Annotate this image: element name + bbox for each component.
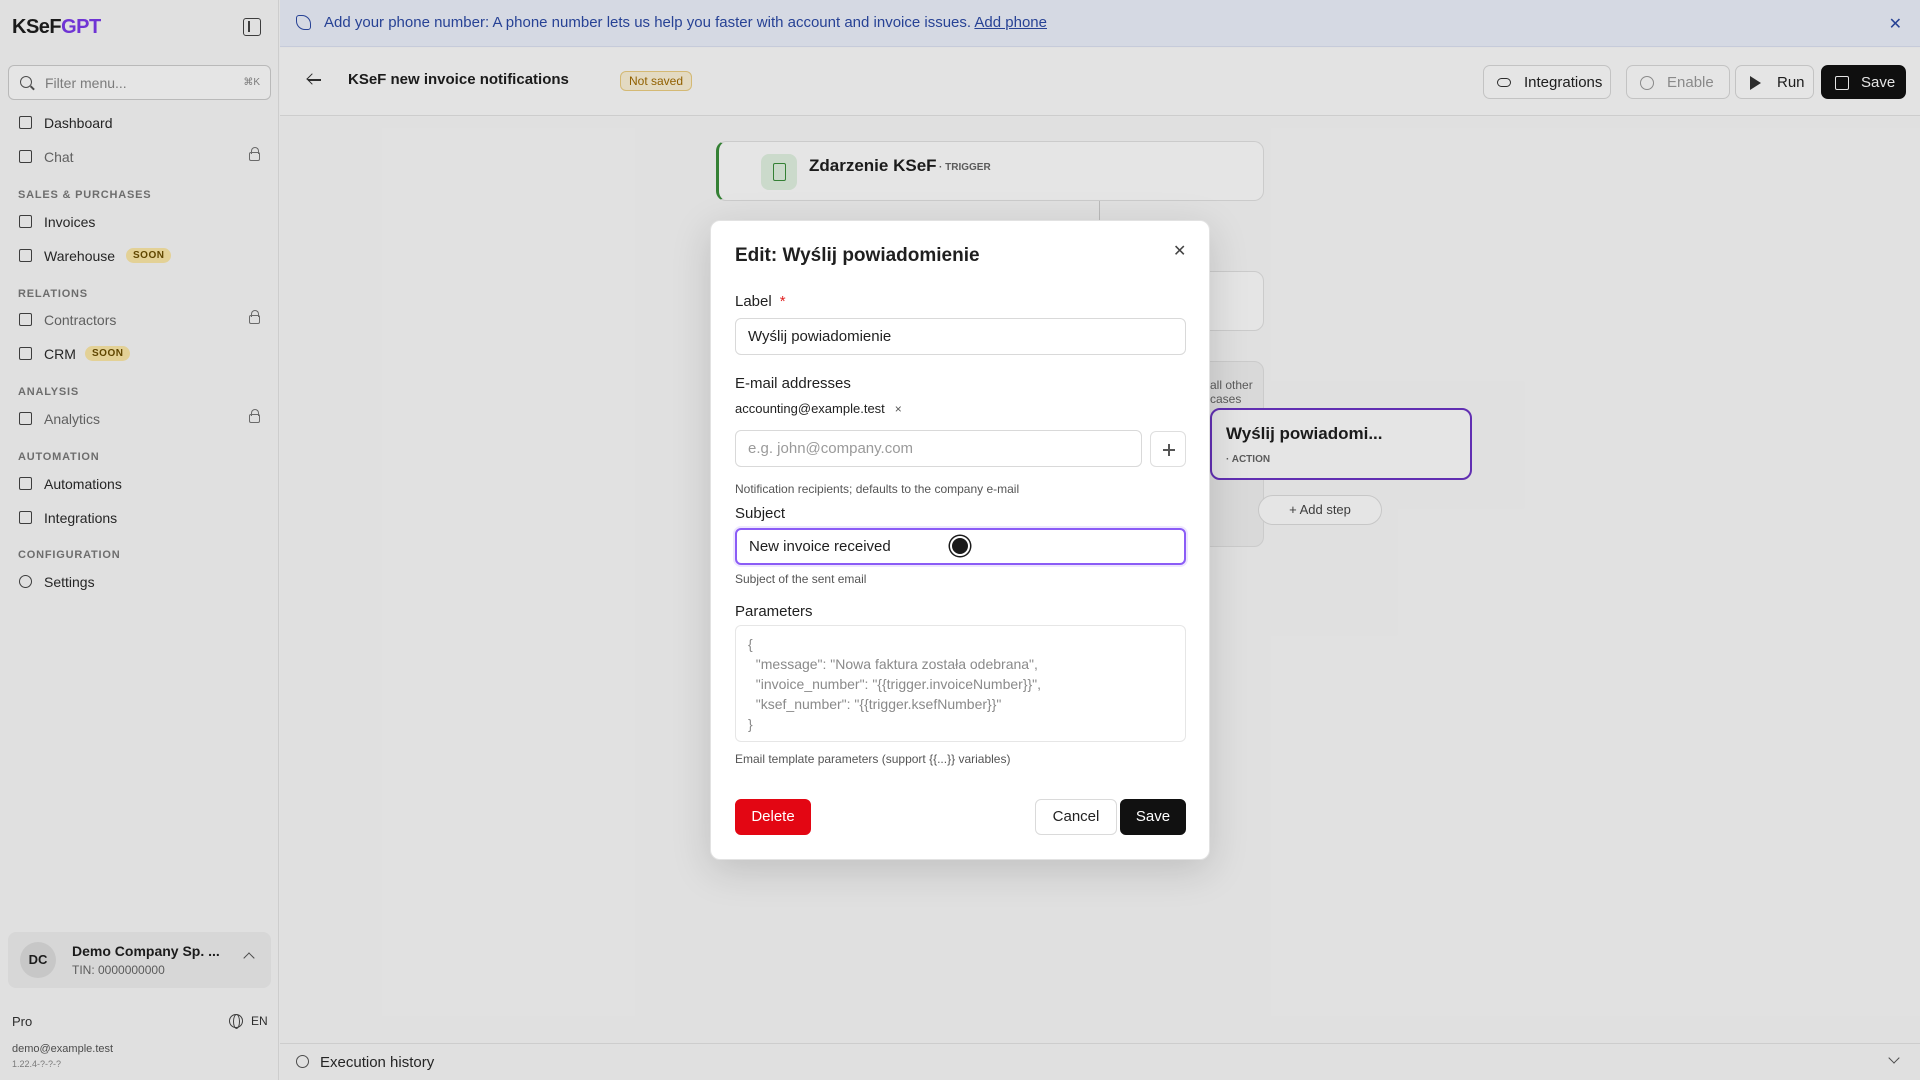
remove-email-icon[interactable]: ×: [895, 402, 902, 416]
parameters-field-label: Parameters: [735, 603, 813, 620]
mouse-cursor-indicator: [950, 536, 970, 556]
cancel-button[interactable]: Cancel: [1035, 799, 1117, 835]
save-button[interactable]: Save: [1120, 799, 1186, 835]
label-field-label: Label *: [735, 293, 786, 310]
email-hint: Notification recipients; defaults to the…: [735, 482, 1020, 496]
email-chip: accounting@example.test ×: [735, 401, 902, 416]
close-icon[interactable]: ✕: [1173, 241, 1186, 261]
dialog-title: Edit: Wyślij powiadomienie: [735, 245, 980, 266]
subject-hint: Subject of the sent email: [735, 572, 867, 586]
delete-button[interactable]: Delete: [735, 799, 811, 835]
label-input[interactable]: [735, 318, 1186, 355]
add-email-button[interactable]: [1150, 431, 1186, 467]
emails-field-label: E-mail addresses: [735, 375, 851, 392]
parameters-textarea[interactable]: { "message": "Nowa faktura została odebr…: [735, 625, 1186, 742]
edit-step-dialog: Edit: Wyślij powiadomienie ✕ Label* E-ma…: [710, 220, 1210, 860]
parameters-hint: Email template parameters (support {{...…: [735, 752, 1011, 766]
email-input[interactable]: [735, 430, 1142, 467]
subject-field-label: Subject: [735, 505, 786, 522]
